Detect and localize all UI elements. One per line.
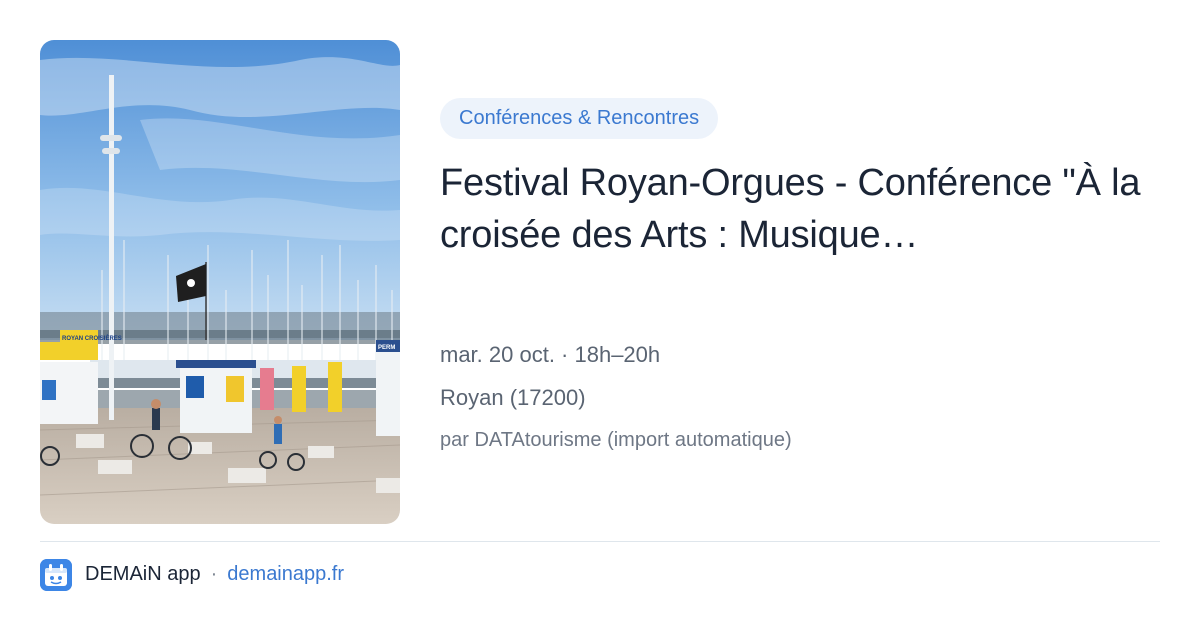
photo-sign-text: ROYAN CROISIÈRES [62,334,122,342]
footer-separator: · [210,563,218,585]
app-logo-icon[interactable] [40,558,72,591]
category-chip[interactable]: Conférences & Rencontres [440,98,719,139]
event-share-card[interactable]: ROYAN CROISIÈRES PERM Conférences & Renc… [0,0,1200,630]
app-name: DEMAiN app [85,563,201,585]
app-domain-link[interactable]: demainapp.fr [227,563,344,586]
event-source: par DATAtourisme (import automatique) [440,429,792,451]
event-location: Royan (17200) [440,385,586,410]
footer-divider [40,541,1160,542]
event-photo: ROYAN CROISIÈRES PERM [40,40,400,524]
event-title[interactable]: Festival Royan-Orgues - Conférence "À la… [440,157,1155,261]
footer: DEMAiN app · demainapp.fr [40,558,344,591]
event-details: Conférences & Rencontres Festival Royan-… [440,98,1160,451]
event-date-time: mar. 20 oct. · 18h–20h [440,342,661,367]
photo-kiosk-text: PERM [378,345,395,351]
